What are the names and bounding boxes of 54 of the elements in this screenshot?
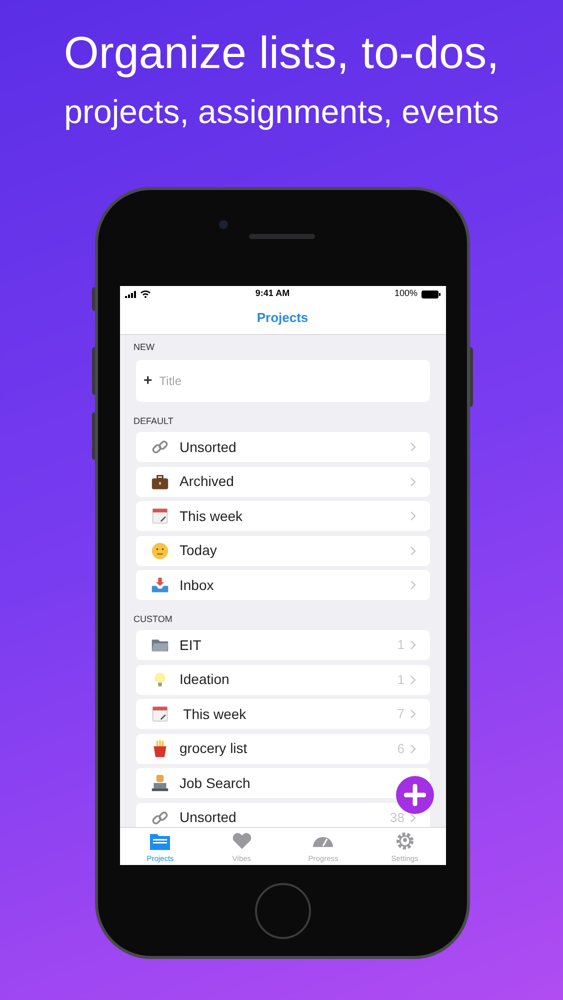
chain-link-icon — [150, 808, 168, 826]
battery-icon — [420, 290, 440, 298]
section-header: NEW — [134, 342, 156, 353]
project-row[interactable]: Unsorted — [136, 432, 430, 462]
briefcase-icon — [150, 472, 168, 490]
chain-link-icon — [150, 438, 168, 456]
heart-icon — [230, 830, 253, 851]
project-title: Unsorted — [180, 438, 236, 456]
chevron-icon — [410, 442, 416, 452]
chevron-icon — [410, 511, 416, 521]
project-row[interactable]: This week — [136, 501, 430, 531]
chevron-icon — [410, 546, 416, 556]
chevron-icon — [410, 709, 416, 719]
project-title: EIT — [180, 636, 202, 654]
project-title: Job Search — [180, 774, 250, 792]
project-title: Inbox — [180, 576, 214, 594]
battery-percent: 100% — [394, 287, 418, 300]
signal-icon — [124, 290, 136, 298]
chevron-icon — [410, 744, 416, 754]
settings-icon — [394, 830, 416, 851]
subheadline: projects, assignments, events — [64, 92, 499, 132]
earpiece-speaker — [249, 234, 315, 239]
project-row[interactable]: Today — [136, 536, 430, 566]
calendar-icon — [150, 507, 168, 525]
chevron-icon — [410, 640, 416, 650]
plus-icon — [404, 784, 426, 806]
project-row[interactable]: Inbox — [136, 570, 430, 600]
project-title: This week — [180, 506, 243, 526]
inbox-tray-icon — [150, 576, 168, 594]
title-placeholder: Title — [159, 373, 182, 390]
project-title: grocery list — [180, 739, 248, 758]
chevron-icon — [410, 476, 416, 486]
calendar-icon — [150, 705, 168, 723]
plus-sign: + — [144, 370, 152, 391]
chevron-icon — [410, 580, 416, 590]
project-row[interactable]: Job Search — [136, 768, 430, 798]
chevron-icon — [410, 812, 416, 822]
project-title: Archived — [180, 472, 234, 491]
project-title: Ideation — [180, 670, 230, 689]
front-camera — [219, 220, 228, 229]
nav-title: Projects — [256, 309, 308, 328]
project-row[interactable]: Archived — [136, 466, 430, 496]
project-title: Today — [180, 541, 217, 560]
status-time: 9:41 AM — [255, 287, 290, 300]
section-header: CUSTOM — [134, 614, 174, 625]
project-title: Unsorted — [180, 808, 236, 827]
chevron-icon — [410, 674, 416, 684]
title-input-field[interactable]: + Title — [136, 360, 430, 402]
smiley-face-icon — [150, 542, 168, 560]
project-title: This week — [182, 704, 246, 724]
wifi-icon — [140, 290, 150, 298]
person-at-laptop-icon — [150, 774, 168, 792]
headline: Organize lists, to-dos, — [64, 26, 500, 80]
section-header: DEFAULT — [134, 416, 174, 427]
